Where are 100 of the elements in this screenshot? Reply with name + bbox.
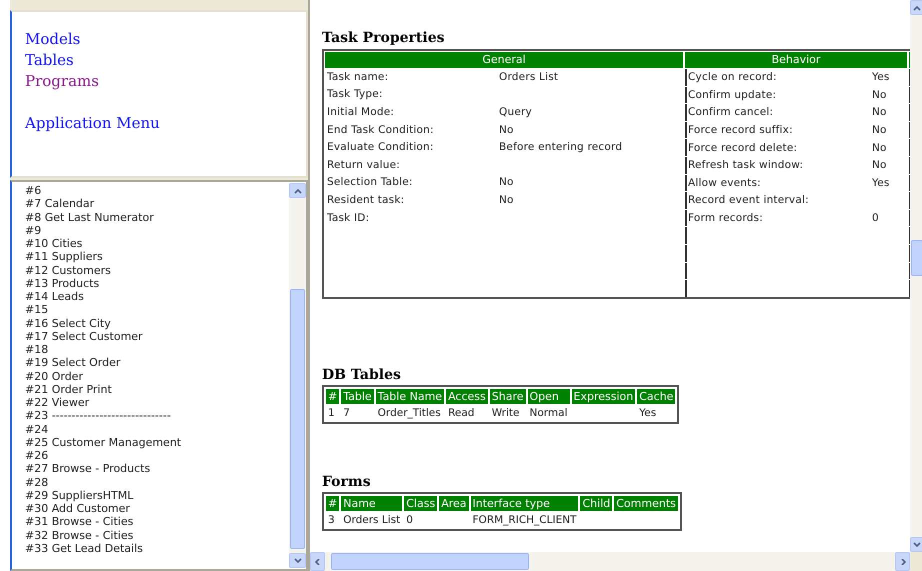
scrollbar-thumb[interactable] <box>331 553 529 570</box>
property-value: 0 <box>872 212 880 224</box>
program-item[interactable]: #16 Select City <box>25 316 289 330</box>
table-cell-text: Normal <box>528 406 568 420</box>
section-heading: Task Properties <box>322 30 446 46</box>
program-item[interactable]: #18 <box>25 343 289 356</box>
table-cell-text: Read <box>447 406 476 420</box>
column-header: Table Name <box>376 389 444 404</box>
program-item[interactable]: #11 Suppliers <box>25 250 289 264</box>
program-item[interactable]: #26 <box>25 449 289 462</box>
table-cell-text: 0 <box>405 513 414 527</box>
property-value: No <box>499 176 515 188</box>
chevron-down-icon <box>913 542 921 548</box>
nav-link[interactable]: Models <box>25 29 80 50</box>
property-label: Confirm cancel: <box>688 106 774 118</box>
scroll-left-button[interactable] <box>310 552 325 571</box>
property-value: No <box>499 124 515 136</box>
program-item[interactable]: #30 Add Customer <box>25 502 289 516</box>
scrollbar-thumb[interactable] <box>911 240 922 276</box>
table-cell-text: Order_Titles <box>376 406 442 420</box>
column-header: Behavior <box>685 52 907 68</box>
table-cell-text: FORM_RICH_CLIENT <box>472 513 578 527</box>
property-label: Evaluate Condition: <box>327 141 435 154</box>
property-label: Return value: <box>327 158 401 171</box>
program-item[interactable]: #19 Select Order <box>25 356 289 370</box>
property-label: Form records: <box>688 212 764 224</box>
property-value: Query <box>499 106 533 118</box>
program-item[interactable]: #22 Viewer <box>25 396 289 410</box>
property-label: Resident task: <box>327 194 406 206</box>
program-item[interactable]: #32 Browse - Cities <box>25 528 289 542</box>
column-header: Area <box>439 496 469 511</box>
table-cell-text: Orders List <box>342 513 402 527</box>
program-item[interactable]: #12 Customers <box>25 264 289 277</box>
program-item[interactable]: #25 Customer Management <box>25 436 289 449</box>
property-value: No <box>872 142 888 154</box>
table-cell-text: 1 <box>327 406 336 420</box>
column-header: General <box>325 52 683 68</box>
scroll-down-button[interactable] <box>289 553 306 568</box>
program-item[interactable]: #13 Products <box>25 276 289 290</box>
program-item[interactable]: #9 <box>25 224 289 237</box>
chevron-up-icon <box>294 188 302 194</box>
property-label: Refresh task window: <box>688 159 804 172</box>
property-value: No <box>872 88 888 101</box>
property-value: No <box>499 194 515 206</box>
program-item[interactable]: #21 Order Print <box>25 382 289 396</box>
property-label: Initial Mode: <box>327 106 396 118</box>
property-label: Force record delete: <box>688 142 798 154</box>
scrollbar-thumb[interactable] <box>290 289 305 549</box>
scroll-up-button[interactable] <box>289 183 306 198</box>
column-header: Interface type <box>470 496 578 511</box>
program-item[interactable]: #27 Browse - Products <box>25 462 289 476</box>
program-item[interactable]: #15 <box>25 303 289 316</box>
program-item[interactable]: #33 Get Lead Details <box>25 542 289 555</box>
property-value: No <box>872 124 888 136</box>
program-item[interactable]: #31 Browse - Cities <box>25 515 289 528</box>
program-item[interactable]: #17 Select Customer <box>25 330 289 343</box>
scrollbar-corner <box>910 552 922 571</box>
column-header: Open <box>528 389 570 404</box>
program-item[interactable]: #24 <box>25 422 289 436</box>
program-item[interactable]: #29 SuppliersHTML <box>25 488 289 502</box>
scroll-right-button[interactable] <box>895 552 910 571</box>
program-item[interactable]: #23 ------------------------------ <box>25 409 289 422</box>
nav-link[interactable]: Tables <box>25 50 74 71</box>
program-item[interactable]: #6 <box>25 184 289 198</box>
column-header: # <box>326 496 340 511</box>
property-value: Before entering record <box>499 141 624 154</box>
program-item[interactable]: #10 Cities <box>25 237 289 250</box>
section-heading: Forms <box>322 474 372 490</box>
column-header: # <box>326 389 340 404</box>
column-header: Child <box>580 496 612 511</box>
property-value: Yes <box>872 176 891 189</box>
property-label: End Task Condition: <box>327 124 435 136</box>
program-item[interactable]: #28 <box>25 476 289 489</box>
property-label: Force record suffix: <box>688 124 794 136</box>
table-cell-text: Write <box>490 406 520 420</box>
program-item[interactable]: #8 Get Last Numerator <box>25 210 289 224</box>
property-label: Cycle on record: <box>688 71 778 84</box>
table-cell-text: 3 <box>327 513 336 527</box>
nav-link[interactable]: Programs <box>25 71 99 92</box>
column-header: Expression <box>572 389 636 404</box>
program-item[interactable]: #20 Order <box>25 370 289 383</box>
property-label: Selection Table: <box>327 176 414 188</box>
property-label: Allow events: <box>688 176 762 189</box>
column-header: Table <box>341 389 374 404</box>
program-item[interactable]: #14 Leads <box>25 290 289 304</box>
column-header: Comments <box>614 496 678 511</box>
scroll-up-button[interactable] <box>910 0 922 15</box>
chevron-right-icon <box>898 558 906 564</box>
column-header: Class <box>404 496 438 511</box>
scroll-down-button[interactable] <box>910 537 922 552</box>
property-label: Task ID: <box>327 212 370 224</box>
property-value: Yes <box>872 71 891 84</box>
property-label: Task name: <box>327 70 390 83</box>
nav-link[interactable]: Application Menu <box>25 113 160 134</box>
property-label: Confirm update: <box>688 88 778 101</box>
property-value: No <box>872 106 888 118</box>
column-header: Name <box>341 496 402 511</box>
program-item[interactable]: #7 Calendar <box>25 197 289 210</box>
property-label: Task Type: <box>327 88 384 100</box>
property-value: Orders List <box>499 70 560 83</box>
